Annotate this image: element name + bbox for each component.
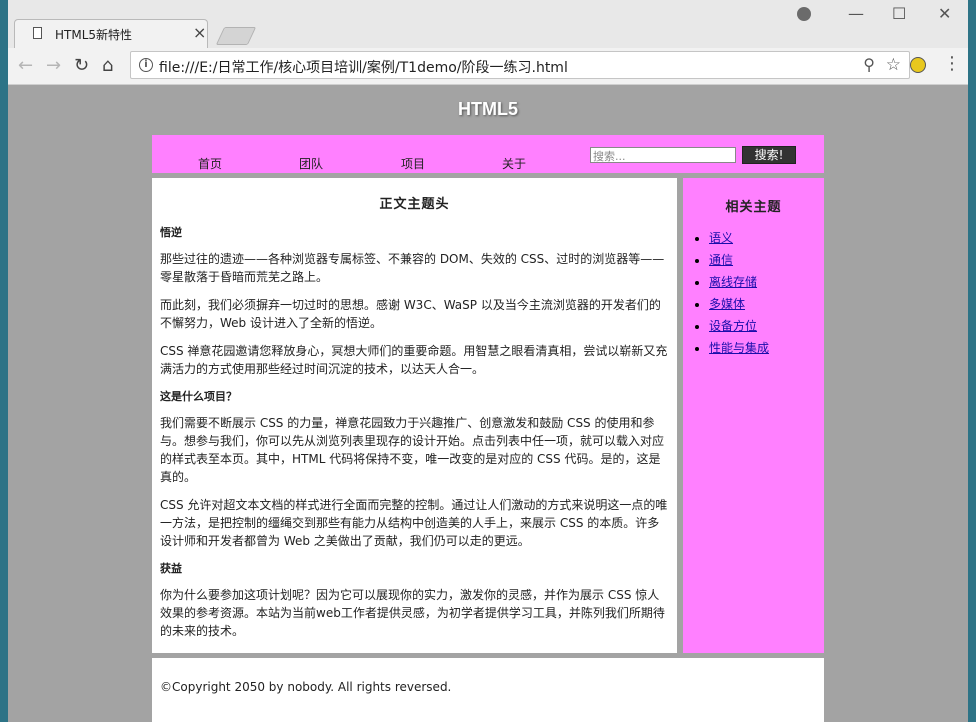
- paragraph: CSS 允许对超文本文档的样式进行全面而完整的控制。通过让人们激动的方式来说明这…: [160, 498, 668, 548]
- nav-bar: 首页 团队 项目 关于 搜索... 搜索!: [152, 135, 824, 173]
- sidebar-heading: 相关主题: [725, 200, 782, 215]
- paragraph: 那些过往的遗迹——各种浏览器专属标签、不兼容的 DOM、失效的 CSS、过时的浏…: [160, 252, 665, 284]
- minimize-button[interactable]: —: [848, 4, 864, 23]
- account-icon[interactable]: [797, 7, 811, 21]
- list-item: 语义: [709, 229, 824, 246]
- sidebar-link-device-orientation[interactable]: 设备方位: [709, 319, 757, 333]
- nav-item-project[interactable]: 项目: [383, 155, 443, 172]
- bookmark-star-icon[interactable]: ☆: [886, 55, 901, 75]
- sidebar: 相关主题 语义 通信 离线存储 多媒体 设备方位 性能与集成: [683, 178, 824, 653]
- nav-item-about[interactable]: 关于: [484, 155, 544, 172]
- paragraph: 而此刻，我们必须摒弃一切过时的思想。感谢 W3C、WaSP 以及当今主流浏览器的…: [160, 298, 661, 330]
- section-title: 悟逆: [160, 226, 182, 239]
- sidebar-link-performance[interactable]: 性能与集成: [709, 341, 769, 355]
- maximize-button[interactable]: ☐: [892, 4, 906, 23]
- search-input[interactable]: 搜索...: [590, 147, 736, 163]
- sidebar-link-semantics[interactable]: 语义: [709, 231, 733, 245]
- main-content: 正文主题头 悟逆 那些过往的遗迹——各种浏览器专属标签、不兼容的 DOM、失效的…: [152, 178, 677, 653]
- new-tab-button[interactable]: [215, 27, 257, 45]
- list-item: 设备方位: [709, 317, 824, 334]
- tab-strip: HTML5新特性 × — ☐ ✕: [8, 0, 968, 48]
- browser-tab[interactable]: HTML5新特性 ×: [14, 19, 208, 48]
- list-item: 性能与集成: [709, 339, 824, 356]
- nav-item-team[interactable]: 团队: [281, 155, 341, 172]
- forward-icon[interactable]: →: [46, 55, 61, 76]
- paragraph: 我们需要不断展示 CSS 的力量，禅意花园致力于兴趣推广、创意激发和鼓励 CSS…: [160, 416, 665, 484]
- search-button[interactable]: 搜索!: [742, 146, 796, 164]
- info-icon[interactable]: i: [139, 58, 153, 72]
- paragraph: 你为什么要参加这项计划呢？因为它可以展现你的实力，激发你的灵感，并作为展示 CS…: [160, 588, 665, 638]
- page-viewport: HTML5 首页 团队 项目 关于 搜索... 搜索! 正文主题头 悟逆 那些过…: [8, 85, 968, 722]
- browser-window: HTML5新特性 × — ☐ ✕ ← → ↻ ⌂ i file:///E:/日常…: [8, 0, 968, 722]
- browser-toolbar: ← → ↻ ⌂ i file:///E:/日常工作/核心项目培训/案例/T1de…: [8, 48, 968, 85]
- url-text[interactable]: file:///E:/日常工作/核心项目培训/案例/T1demo/阶段一练习.h…: [159, 57, 568, 77]
- sidebar-link-offline-storage[interactable]: 离线存储: [709, 275, 757, 289]
- zoom-icon[interactable]: ⚲: [863, 55, 875, 74]
- back-icon[interactable]: ←: [18, 55, 33, 76]
- main-heading: 正文主题头: [379, 197, 450, 212]
- nav-item-home[interactable]: 首页: [180, 155, 240, 172]
- section-title: 这是什么项目？: [160, 390, 237, 403]
- extension-icon[interactable]: [910, 57, 926, 73]
- document-icon: [33, 27, 42, 39]
- home-icon[interactable]: ⌂: [102, 55, 113, 76]
- close-window-button[interactable]: ✕: [938, 4, 951, 23]
- menu-icon[interactable]: ⋮: [943, 53, 961, 74]
- paragraph: CSS 禅意花园邀请您释放身心，冥想大师们的重要命题。用智慧之眼看清真相，尝试以…: [160, 344, 668, 376]
- tab-title: HTML5新特性: [55, 28, 133, 42]
- list-item: 离线存储: [709, 273, 824, 290]
- sidebar-link-multimedia[interactable]: 多媒体: [709, 297, 745, 311]
- reload-icon[interactable]: ↻: [74, 55, 89, 76]
- page-footer: ©Copyright 2050 by nobody. All rights re…: [152, 658, 824, 722]
- site-title: HTML5: [458, 99, 518, 119]
- sidebar-link-communication[interactable]: 通信: [709, 253, 733, 267]
- list-item: 通信: [709, 251, 824, 268]
- address-bar[interactable]: i file:///E:/日常工作/核心项目培训/案例/T1demo/阶段一练习…: [130, 51, 910, 79]
- list-item: 多媒体: [709, 295, 824, 312]
- tab-close-icon[interactable]: ×: [193, 23, 206, 42]
- sidebar-list: 语义 通信 离线存储 多媒体 设备方位 性能与集成: [683, 229, 824, 356]
- section-title: 获益: [160, 562, 182, 575]
